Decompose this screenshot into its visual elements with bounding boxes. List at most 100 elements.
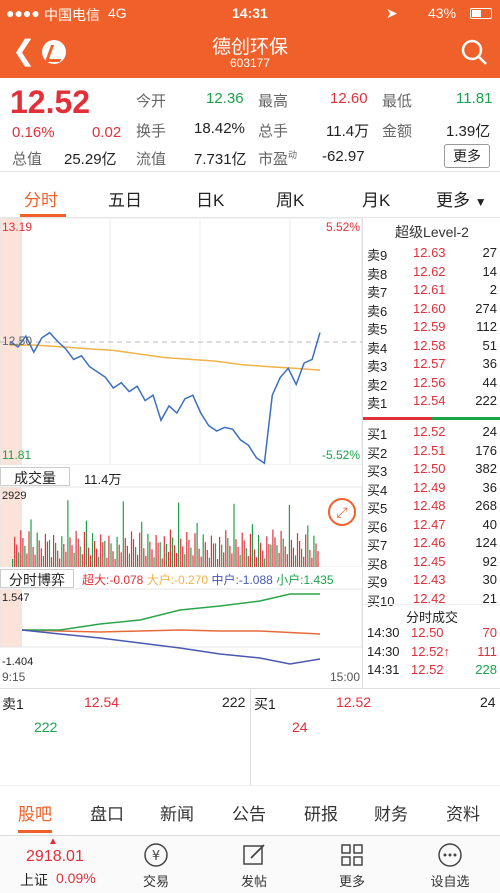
trade-row[interactable]: 14:31 12.52 228 [363, 661, 500, 680]
pct-axis-bottom: -5.52% [321, 448, 360, 462]
turnover-value: 18.42% [194, 120, 245, 137]
volume-bar [157, 542, 159, 567]
battery-percent: 43% [428, 5, 457, 21]
quote-more-button[interactable]: 更多 [444, 144, 490, 168]
intraday-chart[interactable]: 13.19 12.50 11.81 5.52% -5.52% 成交量 11.4万… [0, 217, 363, 688]
volume-bar [167, 551, 169, 567]
volume-bar [245, 548, 247, 567]
divider [250, 689, 251, 786]
trade-price: 12.52 [411, 662, 444, 677]
tab-five-day[interactable]: 五日 [108, 186, 142, 211]
bid-label: 买8 [367, 556, 388, 572]
volume-value: 11.4万 [326, 123, 370, 140]
volume-bar [311, 557, 313, 567]
volume-bar [46, 541, 48, 567]
volume-bar [280, 530, 282, 567]
volume-bar [73, 553, 75, 567]
boyi-axis-top: 1.547 [2, 592, 30, 604]
index-ticker[interactable]: ▲ 2918.01 上证 0.09% [0, 836, 110, 893]
trade-button[interactable]: ¥ 交易 [126, 842, 186, 890]
volume-bar [69, 537, 71, 567]
trade-row[interactable]: 14:30 12.50 70 [363, 624, 500, 643]
bid-row[interactable]: 买7 12.46 124 [363, 534, 500, 553]
bid-volume: 176 [475, 442, 497, 458]
cap-value: 25.29亿 [64, 151, 117, 168]
fullscreen-icon[interactable]: ⤢ [328, 498, 356, 526]
tab-more[interactable]: 更多 ▼ [436, 186, 487, 211]
price-axis-top: 13.19 [2, 220, 33, 234]
ask-row[interactable]: 卖5 12.59 112 [363, 318, 500, 337]
tab-pankou[interactable]: 盘口 [90, 800, 124, 825]
bid-row[interactable]: 买9 12.43 30 [363, 571, 500, 590]
bid-row[interactable]: 买5 12.48 268 [363, 497, 500, 516]
avg-line [10, 344, 321, 371]
volume-bar [292, 547, 294, 567]
volume-bar [24, 545, 26, 567]
boyi-legend: 超大:-0.078 大户:-0.270 中户:-1.088 小户:1.435 [82, 573, 334, 587]
ask-row[interactable]: 卖8 12.62 14 [363, 263, 500, 282]
ask-row[interactable]: 卖6 12.60 274 [363, 300, 500, 319]
tab-intraday[interactable]: 分时 [24, 186, 58, 211]
trade-row[interactable]: 14:30 12.52↑ 111 [363, 643, 500, 662]
more-button[interactable]: 更多 [322, 842, 382, 890]
order-book: 超级Level-2 卖9 12.63 27 卖8 12.62 14 卖7 12.61 2 卖6 12… [362, 218, 500, 688]
volume-bar [229, 545, 231, 567]
ask-row[interactable]: 卖3 12.57 36 [363, 355, 500, 374]
tab-daily-k[interactable]: 日K [196, 186, 224, 211]
search-icon[interactable] [460, 38, 488, 66]
volume-bar [180, 538, 182, 567]
volume-bar [114, 559, 116, 567]
ask-row[interactable]: 卖7 12.61 2 [363, 281, 500, 300]
ask-row[interactable]: 卖2 12.56 44 [363, 374, 500, 393]
volume-bar [235, 539, 237, 567]
ask-row[interactable]: 卖1 12.54 222 [363, 392, 500, 411]
pe-value: -62.97 [322, 148, 365, 165]
volume-bar [303, 556, 305, 567]
add-watchlist-button[interactable]: 设自选 [420, 842, 480, 890]
bid-row[interactable]: 买4 12.49 36 [363, 479, 500, 498]
boyi-indicator-button[interactable]: 分时博弈 [0, 569, 74, 588]
trades-title: 分时成交 [363, 604, 500, 626]
volume-bar [65, 551, 67, 567]
tab-weekly-k[interactable]: 周K [276, 186, 304, 211]
bid-label: 买2 [367, 445, 388, 461]
bid-volume: 24 [482, 424, 497, 439]
volume-bar [28, 531, 30, 567]
tab-finance[interactable]: 财务 [374, 800, 408, 825]
volume-bar [48, 539, 51, 567]
volume-bar [38, 540, 40, 567]
volume-bar [100, 534, 102, 567]
tab-guba[interactable]: 股吧 [18, 800, 52, 825]
volume-bar [112, 551, 114, 567]
buy-queue-qty: 24 [292, 719, 308, 735]
float-label: 流值 [136, 151, 167, 168]
bid-row[interactable]: 买6 12.47 40 [363, 516, 500, 535]
ask-row[interactable]: 卖4 12.58 51 [363, 337, 500, 356]
volume-bar [63, 544, 65, 567]
stock-name: 德创环保 [211, 37, 288, 58]
tab-profile[interactable]: 资料 [446, 800, 480, 825]
volume-bar [71, 545, 73, 567]
bid-row[interactable]: 买2 12.51 176 [363, 442, 500, 461]
ask-row[interactable]: 卖9 12.63 27 [363, 244, 500, 263]
volume-bar [212, 543, 215, 567]
volume-bar [198, 548, 200, 567]
bottom-toolbar: ▲ 2918.01 上证 0.09% ¥ 交易 发帖 更多 设自选 [0, 835, 500, 893]
tab-research[interactable]: 研报 [304, 800, 338, 825]
volume-bar [253, 549, 256, 567]
tab-announcements[interactable]: 公告 [232, 800, 266, 825]
bid-row[interactable]: 买1 12.52 24 [363, 423, 500, 442]
volume-bar [282, 538, 284, 567]
yen-circle-icon: ¥ [144, 843, 168, 867]
volume-bar [34, 554, 36, 567]
tab-monthly-k[interactable]: 月K [362, 186, 390, 211]
post-button[interactable]: 发帖 [224, 842, 284, 890]
volume-bar [274, 537, 276, 567]
volume-indicator-button[interactable]: 成交量 [0, 467, 70, 486]
volume-bar [128, 553, 130, 567]
bid-row[interactable]: 买8 12.45 92 [363, 553, 500, 572]
bid-row[interactable]: 买3 12.50 382 [363, 460, 500, 479]
bid-label: 买5 [367, 501, 388, 516]
edit-icon [243, 844, 265, 865]
tab-news[interactable]: 新闻 [160, 800, 194, 825]
